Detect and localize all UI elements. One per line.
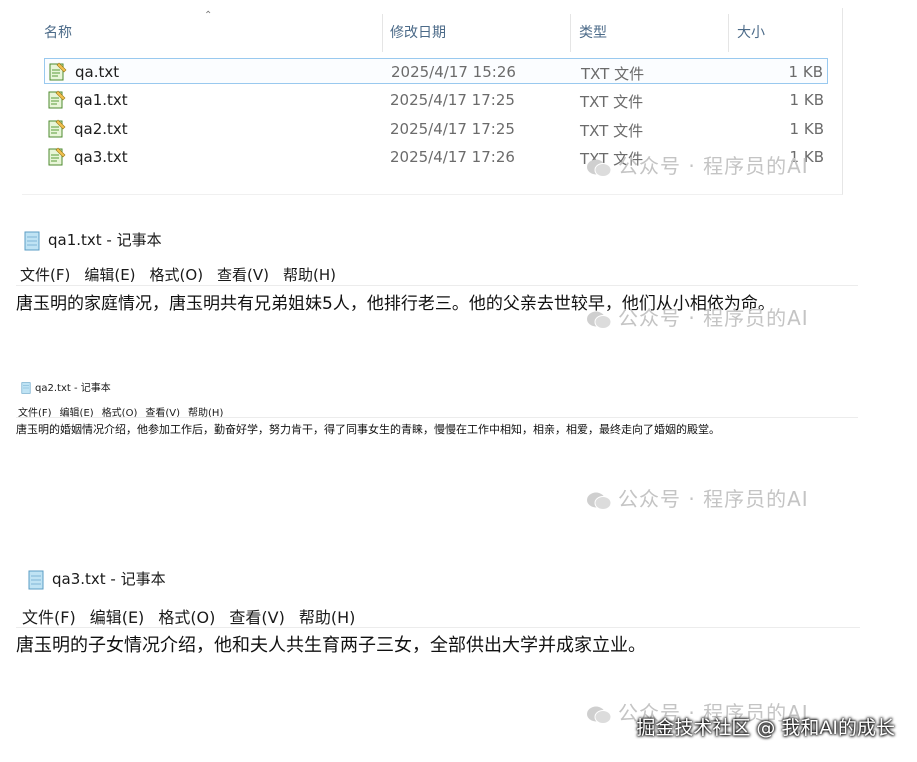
column-header-name[interactable]: 名称 [44, 22, 72, 42]
notepad-title: qa1.txt - 记事本 [48, 231, 162, 249]
file-row-qa1[interactable]: qa1.txt 2025/4/17 17:25 TXT 文件 1 KB [44, 87, 828, 113]
watermark-text: 公众号 · 程序员的AI [618, 154, 809, 178]
notepad-icon [21, 382, 31, 394]
column-divider[interactable] [728, 14, 729, 52]
menu-edit[interactable]: 编辑(E) [90, 608, 145, 627]
file-name[interactable]: qa2.txt [74, 120, 128, 138]
notepad-menu-bar: 文件(F) 编辑(E) 格式(O) 查看(V) 帮助(H) [20, 264, 350, 285]
file-type: TXT 文件 [580, 93, 644, 111]
column-header-type[interactable]: 类型 [579, 22, 607, 42]
watermark: 公众号 · 程序员的AI [586, 483, 809, 512]
wechat-icon [587, 706, 612, 724]
notepad-content[interactable]: 唐玉明的婚姻情况介绍，他参加工作后，勤奋好学，努力肯干，得了同事女生的青睐，慢慢… [16, 421, 720, 437]
file-date: 2025/4/17 17:25 [390, 91, 515, 109]
watermark: 公众号 · 程序员的AI [586, 302, 809, 331]
file-date: 2025/4/17 15:26 [391, 63, 516, 81]
file-size: 1 KB [789, 91, 824, 109]
notepad-title: qa3.txt - 记事本 [52, 570, 166, 588]
notepad-menu-bar: 文件(F) 编辑(E) 格式(O) 查看(V) 帮助(H) [22, 604, 369, 628]
watermark: 公众号 · 程序员的AI [586, 150, 809, 179]
text-file-icon [48, 119, 66, 138]
watermark-text: 公众号 · 程序员的AI [618, 487, 809, 511]
column-header-date[interactable]: 修改日期 [390, 22, 446, 42]
menu-view[interactable]: 查看(V) [229, 608, 284, 627]
divider [16, 285, 858, 286]
notepad-icon [28, 570, 44, 589]
wechat-icon [587, 311, 612, 329]
file-type: TXT 文件 [581, 65, 645, 83]
wechat-icon [587, 159, 612, 177]
text-file-icon [48, 90, 66, 109]
menu-file[interactable]: 文件(F) [20, 266, 70, 284]
menu-view[interactable]: 查看(V) [217, 266, 269, 284]
divider [16, 417, 858, 418]
notepad-content[interactable]: 唐玉明的子女情况介绍，他和夫人共生育两子三女，全部供出大学并成家立业。 [16, 631, 646, 657]
column-divider[interactable] [382, 14, 383, 52]
notepad-title: qa2.txt - 记事本 [35, 383, 111, 394]
notepad-title-bar: qa2.txt - 记事本 [20, 379, 111, 394]
notepad-title-bar: qa3.txt - 记事本 [26, 568, 166, 590]
file-name[interactable]: qa1.txt [74, 91, 128, 109]
column-divider[interactable] [570, 14, 571, 52]
text-file-icon [49, 62, 67, 81]
menu-file[interactable]: 文件(F) [22, 608, 76, 627]
divider [16, 627, 860, 628]
menu-help[interactable]: 帮助(H) [283, 266, 336, 284]
watermark-text: 公众号 · 程序员的AI [618, 306, 809, 330]
file-date: 2025/4/17 17:26 [390, 148, 515, 166]
file-type: TXT 文件 [580, 122, 644, 140]
menu-help[interactable]: 帮助(H) [299, 608, 356, 627]
sort-ascending-icon: ⌃ [204, 10, 213, 21]
file-size: 1 KB [788, 63, 823, 81]
column-header-size[interactable]: 大小 [737, 22, 765, 42]
file-size: 1 KB [789, 120, 824, 138]
notepad-icon [24, 231, 40, 250]
menu-format[interactable]: 格式(O) [158, 608, 215, 627]
file-row-qa[interactable]: qa.txt 2025/4/17 15:26 TXT 文件 1 KB [44, 58, 828, 84]
file-name[interactable]: qa.txt [75, 63, 119, 81]
menu-edit[interactable]: 编辑(E) [84, 266, 135, 284]
menu-format[interactable]: 格式(O) [150, 266, 204, 284]
footer-credit: 掘金技术社区 @ 我和AI的成长 [636, 717, 895, 739]
file-date: 2025/4/17 17:25 [390, 120, 515, 138]
notepad-title-bar: qa1.txt - 记事本 [22, 229, 162, 251]
text-file-icon [48, 147, 66, 166]
file-name[interactable]: qa3.txt [74, 148, 128, 166]
wechat-icon [587, 492, 612, 510]
file-row-qa2[interactable]: qa2.txt 2025/4/17 17:25 TXT 文件 1 KB [44, 116, 828, 142]
